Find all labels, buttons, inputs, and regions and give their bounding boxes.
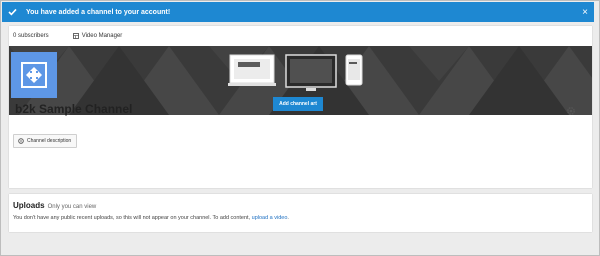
video-manager-link[interactable]: Video Manager bbox=[72, 33, 123, 39]
uploads-section: Uploads Only you can view You don't have… bbox=[9, 194, 592, 232]
video-manager-label: Video Manager bbox=[81, 33, 123, 39]
uploads-message: You don't have any public recent uploads… bbox=[13, 215, 289, 221]
uploads-message-end: . bbox=[287, 215, 289, 221]
channel-header-card: 0 subscribers Video Manager Add channel … bbox=[9, 26, 592, 188]
uploads-message-text: You don't have any public recent uploads… bbox=[13, 215, 251, 221]
notification-message: You have added a channel to your account… bbox=[26, 8, 171, 16]
channel-topbar: 0 subscribers Video Manager bbox=[9, 26, 592, 46]
channel-description-button[interactable]: Channel description bbox=[13, 134, 77, 148]
check-icon bbox=[8, 8, 22, 16]
uploads-header: Uploads Only you can view bbox=[13, 201, 96, 210]
channel-title: b2k Sample Channel bbox=[15, 102, 133, 116]
upload-video-link[interactable]: upload a video bbox=[252, 215, 288, 221]
add-channel-art-button[interactable]: Add channel art bbox=[273, 97, 323, 111]
video-manager-icon bbox=[72, 33, 79, 39]
device-preview bbox=[228, 54, 363, 91]
tv-icon bbox=[285, 54, 337, 91]
uploads-visibility: Only you can view bbox=[47, 204, 97, 210]
description-icon bbox=[18, 138, 24, 144]
avatar-placeholder-icon bbox=[21, 62, 47, 88]
channel-avatar[interactable] bbox=[11, 52, 57, 98]
channel-description-label: Channel description bbox=[27, 138, 72, 144]
subscriber-count: 0 subscribers bbox=[13, 33, 49, 39]
uploads-title: Uploads bbox=[13, 201, 45, 210]
phone-icon bbox=[345, 54, 363, 86]
close-icon[interactable]: × bbox=[576, 7, 594, 18]
gear-icon[interactable] bbox=[566, 103, 576, 121]
success-notification-bar: You have added a channel to your account… bbox=[2, 2, 594, 22]
laptop-icon bbox=[228, 54, 276, 86]
